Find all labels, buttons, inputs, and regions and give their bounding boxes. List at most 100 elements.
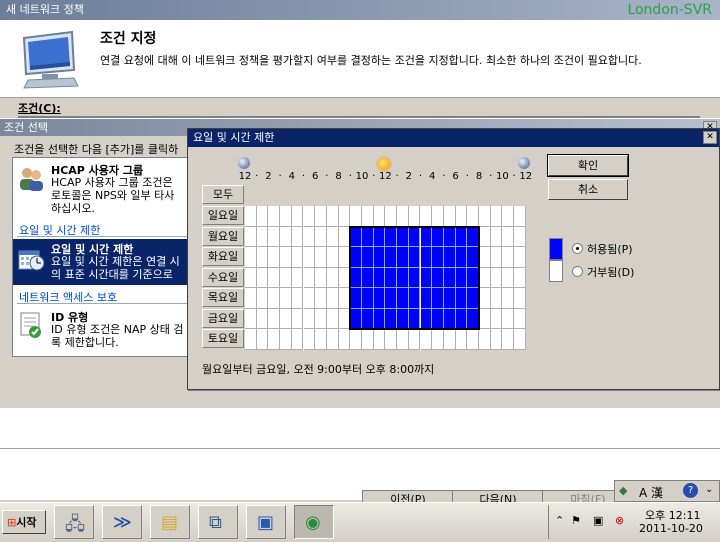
time-cell[interactable] bbox=[502, 308, 515, 329]
time-cell[interactable] bbox=[479, 267, 491, 288]
time-cell[interactable] bbox=[502, 247, 515, 268]
time-cell[interactable] bbox=[467, 206, 479, 227]
time-cell[interactable] bbox=[315, 308, 327, 329]
time-cell[interactable] bbox=[256, 267, 269, 288]
time-cell[interactable] bbox=[268, 206, 281, 227]
time-cell[interactable] bbox=[514, 288, 526, 309]
time-cell[interactable] bbox=[350, 206, 362, 227]
volume-muted-icon[interactable]: ⊗ bbox=[615, 514, 624, 527]
time-cell[interactable] bbox=[373, 329, 386, 350]
wizard-titlebar[interactable]: 새 네트워크 정책 bbox=[0, 0, 720, 20]
time-cell[interactable] bbox=[373, 288, 386, 309]
time-cell[interactable] bbox=[326, 267, 339, 288]
time-cell[interactable] bbox=[397, 288, 409, 309]
time-cell[interactable] bbox=[373, 226, 386, 247]
clock-date[interactable]: 2011-10-20 bbox=[639, 522, 703, 535]
time-cell[interactable] bbox=[490, 206, 503, 227]
time-cell[interactable] bbox=[455, 308, 468, 329]
time-cell[interactable] bbox=[408, 206, 421, 227]
time-cell[interactable] bbox=[420, 206, 433, 227]
time-cell[interactable] bbox=[490, 226, 503, 247]
time-cell[interactable] bbox=[467, 247, 479, 268]
time-cell[interactable] bbox=[455, 288, 468, 309]
clock-time[interactable]: 오후 12:11 bbox=[645, 507, 700, 523]
time-cell[interactable] bbox=[373, 206, 386, 227]
time-cell[interactable] bbox=[315, 288, 327, 309]
time-cell[interactable] bbox=[479, 247, 491, 268]
time-cell[interactable] bbox=[443, 247, 456, 268]
time-cell[interactable] bbox=[397, 226, 409, 247]
list-item-hcap-user-groups[interactable]: HCAP 사용자 그룹 HCAP 사용자 그룹 조건은 로토콜은 NPS와 일부… bbox=[13, 160, 201, 218]
day-button[interactable]: 토요일 bbox=[202, 329, 244, 348]
time-cell[interactable] bbox=[280, 247, 292, 268]
time-cell[interactable] bbox=[245, 288, 257, 309]
chevron-up-icon[interactable]: ⌃ bbox=[555, 514, 564, 527]
select-all-button[interactable]: 모두 bbox=[202, 185, 244, 204]
time-cell[interactable] bbox=[467, 226, 479, 247]
time-cell[interactable] bbox=[502, 329, 515, 350]
time-cell[interactable] bbox=[256, 288, 269, 309]
time-cell[interactable] bbox=[362, 267, 374, 288]
time-cell[interactable] bbox=[432, 206, 444, 227]
taskbar-app[interactable]: 🖧 bbox=[54, 505, 94, 539]
time-cell[interactable] bbox=[268, 329, 281, 350]
time-cell[interactable] bbox=[326, 226, 339, 247]
time-cell[interactable] bbox=[315, 247, 327, 268]
time-cell[interactable] bbox=[350, 226, 362, 247]
time-cell[interactable] bbox=[362, 288, 374, 309]
time-cell[interactable] bbox=[408, 308, 421, 329]
time-cell[interactable] bbox=[268, 308, 281, 329]
time-cell[interactable] bbox=[291, 247, 304, 268]
time-cell[interactable] bbox=[245, 267, 257, 288]
time-grid[interactable] bbox=[245, 206, 526, 350]
day-button[interactable]: 화요일 bbox=[202, 247, 244, 266]
time-cell[interactable] bbox=[268, 226, 281, 247]
time-cell[interactable] bbox=[373, 267, 386, 288]
ime-icon[interactable]: ◆ bbox=[619, 484, 627, 497]
time-cell[interactable] bbox=[514, 247, 526, 268]
flag-icon[interactable]: ⚑ bbox=[571, 514, 581, 527]
list-item-day-time[interactable]: 요일 및 시간 제한 요일 및 시간 제한은 연결 시 의 표준 시간대를 기준… bbox=[13, 239, 201, 285]
time-cell[interactable] bbox=[420, 247, 433, 268]
time-cell[interactable] bbox=[385, 206, 398, 227]
time-cell[interactable] bbox=[245, 308, 257, 329]
time-cell[interactable] bbox=[514, 267, 526, 288]
time-cell[interactable] bbox=[502, 288, 515, 309]
time-cell[interactable] bbox=[245, 226, 257, 247]
time-cell[interactable] bbox=[315, 206, 327, 227]
time-cell[interactable] bbox=[315, 267, 327, 288]
time-cell[interactable] bbox=[385, 288, 398, 309]
time-cell[interactable] bbox=[280, 267, 292, 288]
time-cell[interactable] bbox=[502, 226, 515, 247]
language-indicator[interactable]: A 漢 bbox=[639, 484, 663, 501]
time-cell[interactable] bbox=[408, 267, 421, 288]
day-button[interactable]: 금요일 bbox=[202, 308, 244, 328]
time-cell[interactable] bbox=[420, 308, 433, 329]
list-item-id-type[interactable]: ID 유형 ID 유형 조건은 NAP 상태 검 록 제한합니다. bbox=[13, 307, 201, 353]
time-cell[interactable] bbox=[502, 206, 515, 227]
time-cell[interactable] bbox=[443, 329, 456, 350]
time-cell[interactable] bbox=[326, 329, 339, 350]
time-cell[interactable] bbox=[350, 247, 362, 268]
dialog-titlebar[interactable]: 요일 및 시간 제한 bbox=[188, 129, 719, 147]
time-cell[interactable] bbox=[467, 288, 479, 309]
time-cell[interactable] bbox=[326, 308, 339, 329]
time-cell[interactable] bbox=[362, 329, 374, 350]
time-cell[interactable] bbox=[490, 267, 503, 288]
time-cell[interactable] bbox=[362, 308, 374, 329]
time-cell[interactable] bbox=[291, 329, 304, 350]
time-cell[interactable] bbox=[373, 308, 386, 329]
time-cell[interactable] bbox=[338, 288, 351, 309]
day-button[interactable]: 일요일 bbox=[202, 206, 244, 225]
time-cell[interactable] bbox=[455, 206, 468, 227]
time-cell[interactable] bbox=[326, 247, 339, 268]
cancel-button[interactable]: 취소 bbox=[548, 179, 628, 200]
time-cell[interactable] bbox=[490, 329, 503, 350]
time-cell[interactable] bbox=[432, 226, 444, 247]
time-cell[interactable] bbox=[291, 267, 304, 288]
time-cell[interactable] bbox=[443, 267, 456, 288]
taskbar-app[interactable]: ⧉ bbox=[198, 505, 238, 539]
minimize-icon[interactable]: ⌄ bbox=[705, 484, 713, 495]
time-cell[interactable] bbox=[443, 226, 456, 247]
time-cell[interactable] bbox=[245, 206, 257, 227]
